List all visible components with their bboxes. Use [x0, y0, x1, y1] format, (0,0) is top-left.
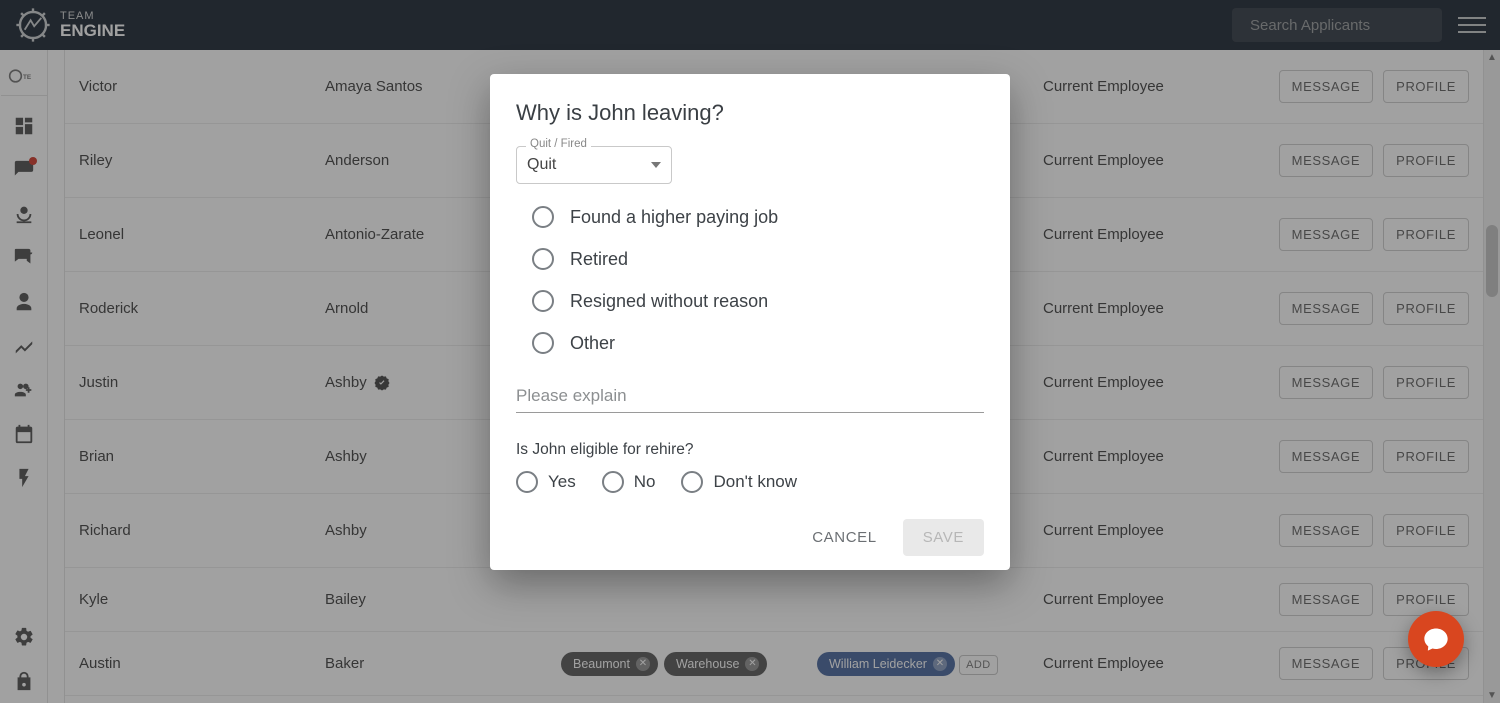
- reason-option[interactable]: Found a higher paying job: [532, 206, 984, 228]
- select-value: Quit: [527, 156, 556, 174]
- radio-icon: [532, 290, 554, 312]
- leaving-dialog: Why is John leaving? Quit / Fired Quit F…: [490, 74, 1010, 570]
- save-button[interactable]: SAVE: [903, 519, 984, 556]
- chat-icon: [1422, 625, 1450, 653]
- radio-icon: [532, 248, 554, 270]
- reason-option[interactable]: Resigned without reason: [532, 290, 984, 312]
- radio-icon: [532, 206, 554, 228]
- reason-radio-group: Found a higher paying job Retired Resigned…: [532, 206, 984, 354]
- chevron-down-icon: [651, 162, 661, 168]
- rehire-option[interactable]: No: [602, 471, 656, 493]
- rehire-option[interactable]: Don't know: [681, 471, 797, 493]
- modal-overlay[interactable]: Why is John leaving? Quit / Fired Quit F…: [0, 0, 1500, 703]
- radio-icon: [681, 471, 703, 493]
- rehire-option[interactable]: Yes: [516, 471, 576, 493]
- help-fab[interactable]: [1408, 611, 1464, 667]
- select-label: Quit / Fired: [526, 138, 591, 150]
- radio-icon: [532, 332, 554, 354]
- quit-fired-select[interactable]: Quit / Fired Quit: [516, 146, 672, 184]
- reason-label: Resigned without reason: [570, 291, 768, 312]
- rehire-label: Don't know: [713, 472, 797, 492]
- radio-icon: [516, 471, 538, 493]
- reason-option[interactable]: Other: [532, 332, 984, 354]
- dialog-title: Why is John leaving?: [516, 100, 984, 126]
- rehire-question: Is John eligible for rehire?: [516, 441, 984, 459]
- cancel-button[interactable]: CANCEL: [800, 519, 888, 556]
- radio-icon: [602, 471, 624, 493]
- reason-label: Found a higher paying job: [570, 207, 778, 228]
- explain-input[interactable]: [516, 380, 984, 413]
- rehire-radio-group: Yes No Don't know: [516, 471, 984, 493]
- rehire-label: Yes: [548, 472, 576, 492]
- reason-label: Other: [570, 333, 615, 354]
- reason-option[interactable]: Retired: [532, 248, 984, 270]
- rehire-label: No: [634, 472, 656, 492]
- reason-label: Retired: [570, 249, 628, 270]
